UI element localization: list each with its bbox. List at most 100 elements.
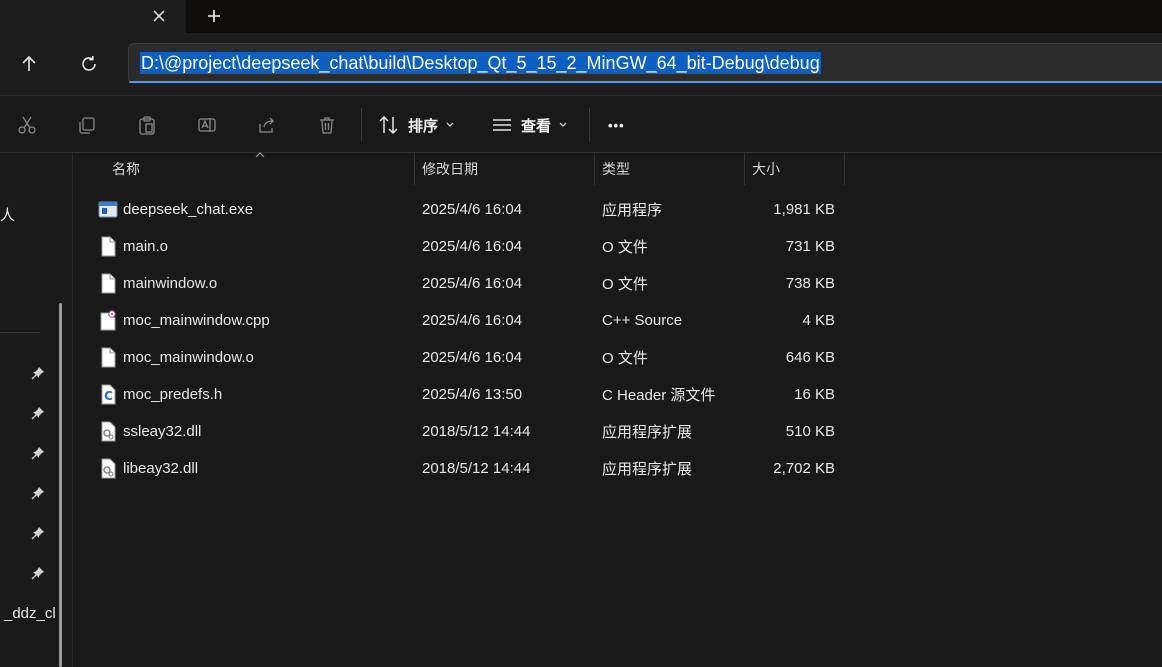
toolbar-separator	[589, 108, 590, 142]
view-icon	[493, 119, 511, 131]
file-size: 1,981 KB	[773, 201, 835, 218]
address-bar[interactable]: D:\@project\deepseek_chat\build\Desktop_…	[128, 43, 1162, 83]
column-separator[interactable]	[594, 153, 595, 185]
rename-icon[interactable]	[193, 111, 221, 139]
address-focus-underline	[129, 81, 1162, 83]
column-header-type[interactable]: 类型	[602, 153, 630, 185]
file-name: ssleay32.dll	[123, 423, 202, 440]
command-bar: 排序 查看 •••	[0, 95, 1162, 153]
pin-icon	[30, 365, 46, 381]
file-size: 731 KB	[785, 238, 835, 255]
pin-icon	[30, 445, 46, 461]
column-header-name[interactable]: 名称	[112, 153, 140, 185]
file-row[interactable]: main.o 2025/4/6 16:04 O 文件 731 KB	[74, 228, 1162, 265]
navigation-bar: D:\@project\deepseek_chat\build\Desktop_…	[0, 33, 1162, 95]
file-modified-date: 2025/4/6 16:04	[422, 238, 523, 255]
arrow-up-icon[interactable]	[13, 48, 45, 80]
file-name: deepseek_chat.exe	[123, 201, 254, 218]
sidebar-item-partial[interactable]: 人	[0, 204, 15, 225]
file-name: main.o	[123, 238, 169, 255]
file-row[interactable]: deepseek_chat.exe 2025/4/6 16:04 应用程序 1,981…	[74, 191, 1162, 228]
sidebar-item-partial[interactable]: _ddz_cl	[4, 605, 56, 622]
file-name: libeay32.dll	[123, 460, 199, 477]
column-separator[interactable]	[744, 153, 745, 185]
file-modified-date: 2025/4/6 16:04	[422, 275, 523, 292]
cut-icon[interactable]	[13, 111, 41, 139]
cpp-file-icon	[98, 310, 118, 331]
chevron-down-icon	[559, 122, 567, 127]
refresh-icon[interactable]	[73, 48, 105, 80]
file-name: mainwindow.o	[123, 275, 218, 292]
file-row[interactable]: mainwindow.o 2025/4/6 16:04 O 文件 738 KB	[74, 265, 1162, 302]
file-explorer-window: D:\@project\deepseek_chat\build\Desktop_…	[0, 0, 1162, 667]
file-icon	[98, 347, 118, 368]
file-type: C Header 源文件	[602, 387, 716, 404]
pin-icon	[30, 525, 46, 541]
column-separator[interactable]	[414, 153, 415, 185]
file-type: O 文件	[602, 350, 648, 367]
file-size: 2,702 KB	[773, 460, 835, 477]
close-icon[interactable]	[146, 3, 172, 29]
c-header-file-icon: C	[98, 384, 118, 405]
file-row[interactable]: ssleay32.dll 2018/5/12 14:44 应用程序扩展 510 KB	[74, 413, 1162, 450]
chevron-down-icon	[446, 122, 454, 127]
file-icon	[98, 236, 118, 257]
plus-icon[interactable]	[200, 3, 228, 29]
view-button[interactable]: 查看	[491, 110, 568, 140]
file-name: moc_mainwindow.cpp	[123, 312, 270, 329]
dll-file-icon	[98, 458, 118, 479]
file-type: C++ Source	[602, 312, 683, 329]
file-modified-date: 2025/4/6 16:04	[422, 349, 523, 366]
column-header-modified[interactable]: 修改日期	[422, 153, 478, 185]
file-size: 4 KB	[802, 312, 835, 329]
column-separator[interactable]	[844, 153, 845, 185]
file-name: moc_predefs.h	[123, 386, 223, 403]
pin-icon	[30, 405, 46, 421]
file-modified-date: 2018/5/12 14:44	[422, 460, 531, 477]
sidebar-scrollbar[interactable]	[59, 303, 62, 667]
file-type: 应用程序	[602, 202, 663, 219]
view-label: 查看	[521, 117, 552, 135]
file-size: 16 KB	[794, 386, 835, 403]
delete-icon[interactable]	[313, 111, 341, 139]
active-tab[interactable]	[0, 0, 186, 33]
dll-file-icon	[98, 421, 118, 442]
svg-text:C: C	[104, 389, 113, 403]
file-modified-date: 2018/5/12 14:44	[422, 423, 531, 440]
copy-icon[interactable]	[73, 111, 101, 139]
file-name: moc_mainwindow.o	[123, 349, 254, 366]
tab-strip	[0, 0, 1162, 33]
sort-label: 排序	[408, 117, 439, 135]
navigation-pane: 人 _ddz_cl	[0, 153, 73, 667]
more-options-button[interactable]: •••	[608, 110, 625, 140]
sort-ascending-indicator	[255, 152, 265, 158]
file-type: 应用程序扩展	[602, 461, 693, 478]
file-type: O 文件	[602, 239, 648, 256]
file-list: 名称 修改日期 类型 大小 deepseek_chat.exe 2025/4/6 …	[74, 152, 1162, 667]
sort-button[interactable]: 排序	[378, 110, 455, 140]
sort-icon	[379, 115, 398, 135]
more-options-icon: •••	[608, 117, 625, 133]
file-type: O 文件	[602, 276, 648, 293]
file-modified-date: 2025/4/6 16:04	[422, 312, 523, 329]
file-icon	[98, 273, 118, 294]
app-icon	[98, 199, 118, 220]
share-icon[interactable]	[253, 111, 281, 139]
file-modified-date: 2025/4/6 16:04	[422, 201, 523, 218]
sidebar-divider	[0, 332, 40, 333]
column-header-size[interactable]: 大小	[752, 153, 780, 185]
file-size: 646 KB	[785, 349, 835, 366]
pin-icon	[30, 565, 46, 581]
file-row[interactable]: moc_mainwindow.o 2025/4/6 16:04 O 文件 646 KB	[74, 339, 1162, 376]
toolbar-separator	[361, 108, 362, 142]
paste-icon[interactable]	[133, 111, 161, 139]
file-row[interactable]: moc_mainwindow.cpp 2025/4/6 16:04 C++ Sour…	[74, 302, 1162, 339]
file-row[interactable]: libeay32.dll 2018/5/12 14:44 应用程序扩展 2,702 K…	[74, 450, 1162, 487]
pin-icon	[30, 485, 46, 501]
file-size: 738 KB	[785, 275, 835, 292]
file-row[interactable]: C moc_predefs.h 2025/4/6 13:50 C Header 源文…	[74, 376, 1162, 413]
address-text[interactable]: D:\@project\deepseek_chat\build\Desktop_…	[140, 52, 821, 74]
file-type: 应用程序扩展	[602, 424, 693, 441]
file-size: 510 KB	[785, 423, 835, 440]
file-modified-date: 2025/4/6 13:50	[422, 386, 523, 403]
